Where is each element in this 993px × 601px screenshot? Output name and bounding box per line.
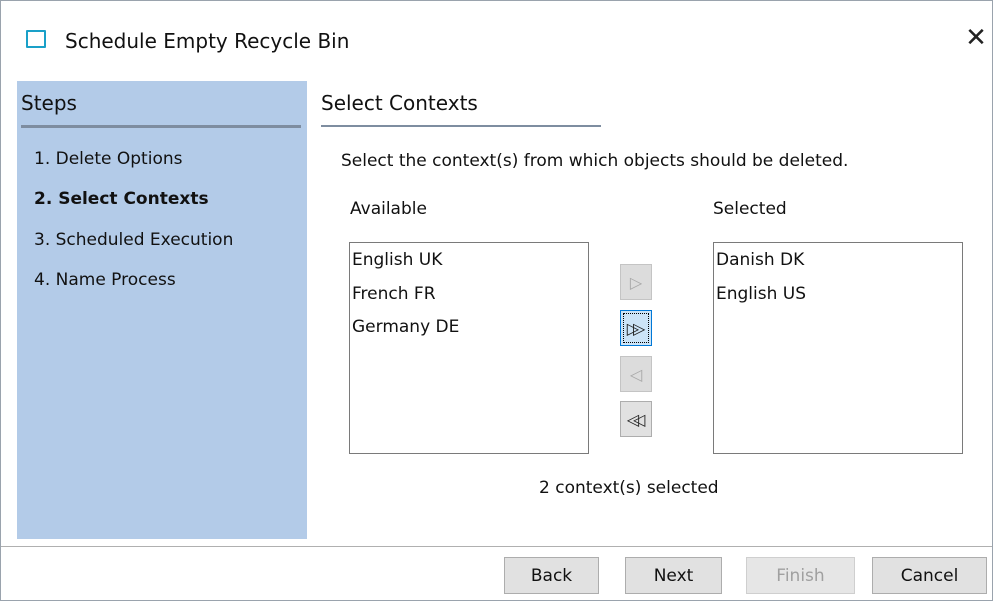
arrow-right-icon: ▷ [629, 272, 643, 292]
selected-label: Selected [713, 199, 787, 219]
move-all-right-button[interactable]: ▷▷ [620, 310, 652, 346]
steps-header: Steps [21, 91, 77, 115]
step-name-process: 4. Name Process [34, 270, 176, 290]
list-item[interactable]: French FR [352, 284, 436, 304]
arrow-left-icon: ◁ [629, 364, 643, 384]
close-icon[interactable]: ✕ [961, 23, 991, 53]
button-bar-divider [1, 546, 992, 547]
move-right-button[interactable]: ▷ [620, 264, 652, 300]
move-all-left-button[interactable]: ◁◁ [620, 401, 652, 437]
move-left-button[interactable]: ◁ [620, 356, 652, 392]
double-arrow-right-icon: ▷▷ [626, 318, 645, 338]
steps-divider [21, 125, 301, 128]
instruction-text: Select the context(s) from which objects… [341, 151, 849, 171]
step-delete-options: 1. Delete Options [34, 149, 183, 169]
available-list[interactable]: English UK French FR Germany DE [349, 242, 589, 454]
step-select-contexts: 2. Select Contexts [34, 189, 209, 209]
dialog-window: Schedule Empty Recycle Bin ✕ Steps 1. De… [0, 0, 993, 601]
window-icon [26, 30, 46, 48]
selected-list[interactable]: Danish DK English US [713, 242, 963, 454]
finish-button[interactable]: Finish [746, 557, 855, 594]
page-title: Select Contexts [321, 91, 478, 115]
selection-count: 2 context(s) selected [539, 478, 719, 498]
back-button[interactable]: Back [504, 557, 599, 594]
steps-pane: Steps 1. Delete Options 2. Select Contex… [17, 81, 307, 539]
window-title: Schedule Empty Recycle Bin [65, 29, 350, 53]
title-bar: Schedule Empty Recycle Bin ✕ [1, 1, 992, 81]
list-item[interactable]: Germany DE [352, 317, 459, 337]
available-label: Available [350, 199, 427, 219]
title-divider [321, 125, 601, 127]
cancel-button[interactable]: Cancel [872, 557, 987, 594]
double-arrow-left-icon: ◁◁ [626, 409, 645, 429]
next-button[interactable]: Next [625, 557, 722, 594]
step-scheduled-execution: 3. Scheduled Execution [34, 230, 234, 250]
list-item[interactable]: Danish DK [716, 250, 804, 270]
list-item[interactable]: English US [716, 284, 806, 304]
list-item[interactable]: English UK [352, 250, 442, 270]
